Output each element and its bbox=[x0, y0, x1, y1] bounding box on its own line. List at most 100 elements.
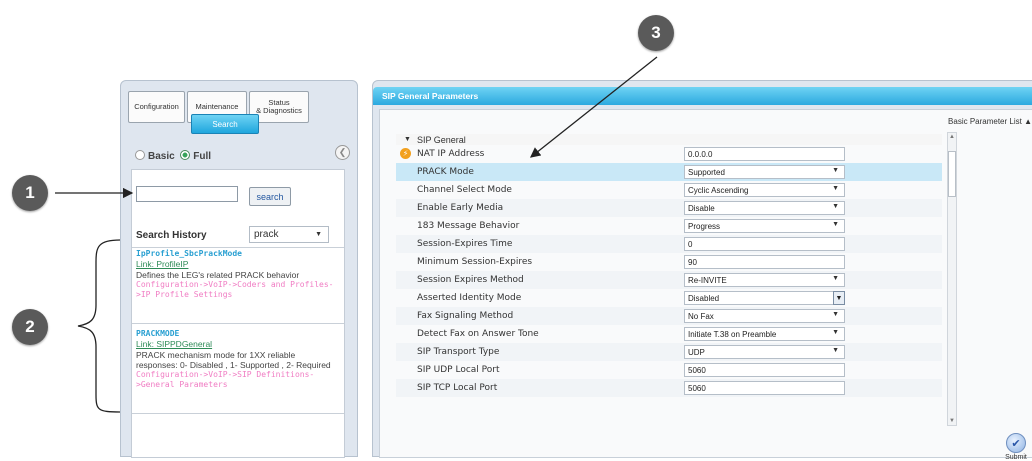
content-panel: SIP General Parameters Basic Parameter L… bbox=[372, 80, 1032, 461]
basic-radio[interactable] bbox=[135, 150, 145, 160]
parameter-select[interactable]: Cyclic Ascending ▼ bbox=[684, 183, 845, 197]
callout-3: 3 bbox=[638, 15, 674, 51]
parameter-value: Initiate T.38 on Preamble bbox=[688, 329, 777, 339]
parameter-text-field[interactable]: 5060 bbox=[684, 381, 845, 395]
parameter-select[interactable]: Re-INVITE ▼ bbox=[684, 273, 845, 287]
tab-configuration[interactable]: Configuration bbox=[128, 91, 185, 123]
scroll-up-icon[interactable]: ▲ bbox=[949, 134, 955, 140]
search-result-path[interactable]: Configuration->VoIP->SIP Definitions->Ge… bbox=[136, 370, 336, 391]
chevron-down-icon: ▼ bbox=[832, 221, 839, 228]
section-title: SIP General bbox=[416, 134, 466, 145]
parameter-control: Progress ▼ bbox=[679, 217, 942, 235]
parameter-text-field[interactable]: 90 bbox=[684, 255, 845, 269]
page-title: SIP General Parameters bbox=[373, 87, 1032, 105]
search-result-path[interactable]: Configuration->VoIP->Coders and Profiles… bbox=[136, 280, 336, 301]
parameter-label: Session-Expires Time bbox=[396, 239, 679, 249]
callout-2-brace bbox=[77, 239, 121, 413]
parameter-value: Progress bbox=[688, 221, 721, 231]
basic-parameter-list-toggle[interactable]: Basic Parameter List ▲ bbox=[948, 117, 1032, 126]
scroll-down-icon[interactable]: ▼ bbox=[949, 418, 955, 424]
parameter-row: SIP TCP Local Port 5060 bbox=[396, 379, 942, 397]
parameter-control: Initiate T.38 on Preamble ▼ bbox=[679, 325, 942, 343]
submit-button[interactable]: ✔ Submit bbox=[1002, 433, 1030, 461]
parameter-select[interactable]: Disabled ▼ bbox=[684, 291, 845, 305]
parameter-label-text: Channel Select Mode bbox=[417, 185, 512, 195]
scrollbar[interactable]: ▲ ▼ bbox=[947, 132, 957, 426]
parameter-value: Supported bbox=[688, 167, 725, 177]
parameter-row: Fax Signaling Method No Fax ▼ bbox=[396, 307, 942, 325]
parameter-label-text: PRACK Mode bbox=[417, 167, 474, 177]
divider bbox=[132, 323, 344, 324]
search-result-title[interactable]: PRACKMODE bbox=[136, 329, 336, 339]
parameter-value: 0 bbox=[688, 239, 693, 249]
parameter-row: Asserted Identity Mode Disabled ▼ bbox=[396, 289, 942, 307]
collapse-panel-icon[interactable]: ❮ bbox=[335, 145, 350, 160]
parameter-value: Cyclic Ascending bbox=[688, 185, 749, 195]
divider bbox=[132, 413, 344, 414]
parameter-select[interactable]: UDP ▼ bbox=[684, 345, 845, 359]
parameter-row: SIP Transport Type UDP ▼ bbox=[396, 343, 942, 361]
parameter-value: Disabled bbox=[688, 293, 720, 303]
parameter-label-text: NAT IP Address bbox=[417, 149, 485, 159]
submit-label: Submit bbox=[1005, 454, 1027, 461]
parameter-control: Re-INVITE ▼ bbox=[679, 271, 942, 289]
parameter-value: 90 bbox=[688, 257, 697, 267]
search-input[interactable] bbox=[136, 186, 238, 202]
search-pane: search Search History prack ▼ IpProfile_… bbox=[131, 169, 345, 458]
divider bbox=[132, 247, 344, 248]
parameter-text-field[interactable]: 0 bbox=[684, 237, 845, 251]
parameter-control: Cyclic Ascending ▼ bbox=[679, 181, 942, 199]
parameter-text-field[interactable]: 5060 bbox=[684, 363, 845, 377]
parameter-control: 0 bbox=[679, 235, 942, 253]
search-result-link[interactable]: Link: SIPPDGeneral bbox=[136, 339, 336, 349]
full-radio[interactable] bbox=[180, 150, 191, 160]
tab-status-line2: & Diagnostics bbox=[256, 106, 302, 115]
parameter-control: 0.0.0.0 bbox=[679, 145, 942, 163]
chevron-down-icon: ▼ bbox=[832, 329, 839, 336]
parameter-label-text: Asserted Identity Mode bbox=[417, 293, 522, 303]
chevron-down-icon: ▼ bbox=[833, 291, 845, 305]
callout-1: 1 bbox=[12, 175, 48, 211]
scrollbar-thumb[interactable] bbox=[948, 151, 956, 197]
parameter-label-text: Minimum Session-Expires bbox=[417, 257, 533, 267]
parameter-row: PRACK Mode Supported ▼ bbox=[396, 163, 942, 181]
parameter-row: Detect Fax on Answer Tone Initiate T.38 o… bbox=[396, 325, 942, 343]
parameter-select[interactable]: Disable ▼ bbox=[684, 201, 845, 215]
parameter-label: PRACK Mode bbox=[396, 167, 679, 177]
parameter-row: 183 Message Behavior Progress ▼ bbox=[396, 217, 942, 235]
parameter-text-field[interactable]: 0.0.0.0 bbox=[684, 147, 845, 161]
search-history-label: Search History bbox=[136, 230, 207, 241]
parameter-row: Channel Select Mode Cyclic Ascending ▼ bbox=[396, 181, 942, 199]
parameter-control: 90 bbox=[679, 253, 942, 271]
parameter-label-text: Enable Early Media bbox=[417, 203, 504, 213]
parameter-row: SIP UDP Local Port 5060 bbox=[396, 361, 942, 379]
search-result-description: PRACK mechanism mode for 1XX reliable re… bbox=[136, 349, 331, 370]
search-history-select[interactable]: prack ▼ bbox=[249, 226, 329, 243]
parameter-control: Disabled ▼ bbox=[679, 289, 942, 307]
parameter-label-text: SIP UDP Local Port bbox=[417, 365, 500, 375]
section-header-sip-general[interactable]: ▼ SIP General bbox=[396, 134, 942, 145]
parameter-label-text: Fax Signaling Method bbox=[417, 311, 514, 321]
chevron-down-icon: ▼ bbox=[315, 231, 322, 238]
search-result-link[interactable]: Link: ProfileIP bbox=[136, 259, 336, 269]
chevron-down-icon: ▼ bbox=[832, 185, 839, 192]
parameter-value: Re-INVITE bbox=[688, 275, 727, 285]
parameter-label-text: Detect Fax on Answer Tone bbox=[417, 329, 539, 339]
search-result-title[interactable]: IpProfile_SbcPrackMode bbox=[136, 249, 336, 259]
parameter-label-text: SIP Transport Type bbox=[417, 347, 500, 357]
search-result-item: IpProfile_SbcPrackMode Link: ProfileIP D… bbox=[136, 249, 336, 300]
chevron-down-icon: ▼ bbox=[832, 347, 839, 354]
parameter-label: SIP TCP Local Port bbox=[396, 383, 679, 393]
parameter-label: Enable Early Media bbox=[396, 203, 679, 213]
full-label: Full bbox=[193, 151, 212, 162]
checkmark-icon: ✔ bbox=[1006, 433, 1026, 453]
tab-search[interactable]: Search bbox=[191, 114, 259, 134]
search-button[interactable]: search bbox=[249, 187, 291, 206]
parameter-select[interactable]: Supported ▼ bbox=[684, 165, 845, 179]
parameter-select[interactable]: Progress ▼ bbox=[684, 219, 845, 233]
parameter-select[interactable]: No Fax ▼ bbox=[684, 309, 845, 323]
chevron-up-icon: ▲ bbox=[1024, 117, 1032, 126]
parameter-control: Supported ▼ bbox=[679, 163, 942, 181]
parameter-select[interactable]: Initiate T.38 on Preamble ▼ bbox=[684, 327, 845, 341]
parameter-label: 183 Message Behavior bbox=[396, 221, 679, 231]
